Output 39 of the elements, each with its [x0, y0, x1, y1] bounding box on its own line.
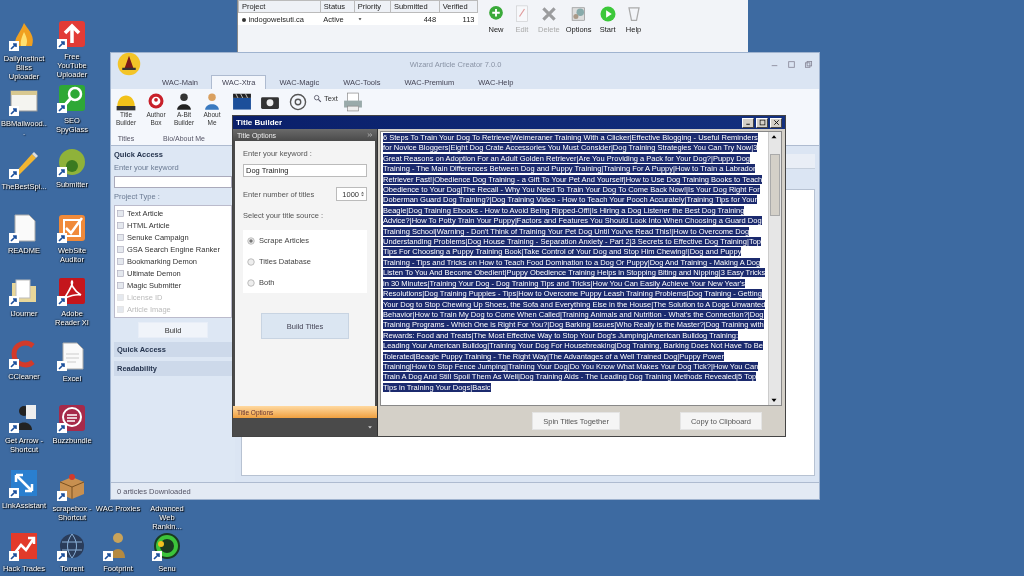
checkbox-icon [117, 246, 124, 253]
printer-icon[interactable] [341, 91, 364, 113]
arrows-icon[interactable] [8, 467, 40, 499]
spinner-arrows-icon [360, 189, 365, 199]
magnifier-icon[interactable] [56, 82, 88, 114]
checkbox-icon [117, 306, 124, 313]
checkbox-icon [117, 270, 124, 277]
checkbox-icon [117, 234, 124, 241]
person-icon [202, 91, 222, 111]
checkbox-icon [117, 210, 124, 217]
dropdown-arrow-icon [357, 15, 364, 22]
scrollbar[interactable] [768, 132, 781, 405]
window-title: Title Builder [236, 118, 284, 127]
magnifier-icon [313, 93, 322, 103]
checkbox-icon [117, 294, 124, 301]
at-sign-icon[interactable] [287, 91, 309, 113]
checkbox-icon [117, 258, 124, 265]
chevron-icon[interactable] [367, 132, 373, 138]
speech-bubble-icon[interactable] [56, 402, 88, 434]
trend-icon[interactable] [8, 530, 40, 562]
caret-icon[interactable] [367, 424, 373, 430]
ring-icon[interactable] [151, 530, 183, 562]
checkbox-icon [117, 282, 124, 289]
clapperboard-icon[interactable] [231, 91, 253, 113]
bullet-icon [241, 17, 246, 22]
keyword-field[interactable] [114, 176, 232, 188]
upload-icon[interactable] [56, 18, 88, 50]
pdf-icon[interactable] [56, 275, 88, 307]
maximize-icon [758, 119, 766, 126]
person-icon [174, 91, 194, 111]
scroll-thumb[interactable] [770, 154, 780, 216]
blob-icon[interactable] [56, 146, 88, 178]
checkbox-icon [117, 222, 124, 229]
window-button[interactable] [756, 117, 768, 128]
checkmark-icon[interactable] [56, 212, 88, 244]
window-button[interactable] [742, 117, 754, 128]
wizard-hat-icon[interactable] [117, 52, 141, 76]
window-button[interactable] [770, 117, 782, 128]
close-icon [772, 119, 780, 126]
